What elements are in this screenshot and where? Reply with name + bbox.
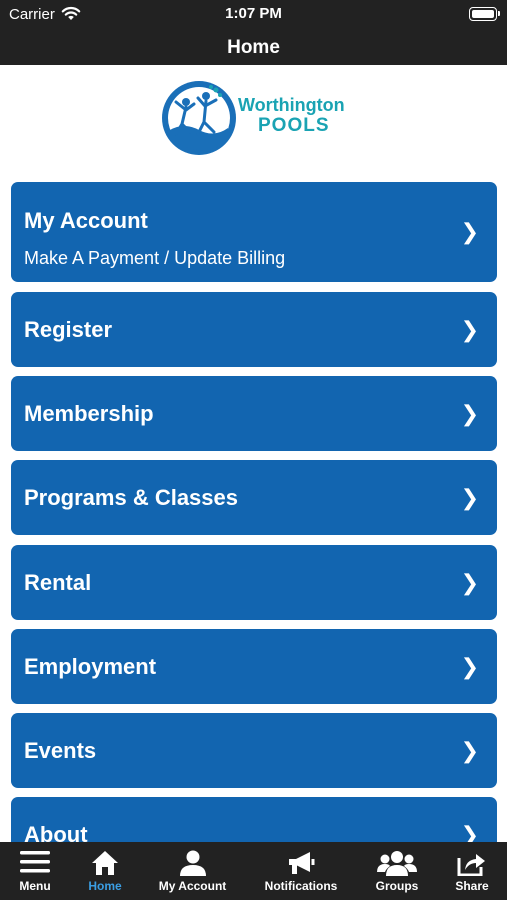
status-bar: Carrier 1:07 PM <box>0 0 507 30</box>
tab-bar: Menu Home My Account Notifications Group… <box>0 842 507 900</box>
nav-bar: Home <box>0 30 507 65</box>
logo-emblem-icon <box>162 81 236 155</box>
chevron-right-icon: ❯ <box>460 317 479 342</box>
worthington-pools-logo: Worthington POOLS <box>160 78 350 158</box>
chevron-right-icon: ❯ <box>460 654 479 679</box>
menu-item-membership[interactable]: Membership ❯ <box>11 376 497 451</box>
menu-item-about[interactable]: About ❯ <box>11 797 497 842</box>
share-icon <box>457 850 487 881</box>
home-icon <box>91 850 119 881</box>
tab-label: Share <box>455 879 489 893</box>
tab-home[interactable]: Home <box>70 842 140 900</box>
chevron-right-icon: ❯ <box>460 738 479 763</box>
tab-label: Menu <box>19 879 51 893</box>
status-time: 1:07 PM <box>225 5 282 22</box>
menu-item-label: Events <box>24 738 97 763</box>
menu-item-register[interactable]: Register ❯ <box>11 292 497 367</box>
page-title: Home <box>227 37 280 58</box>
chevron-right-icon: ❯ <box>460 570 479 595</box>
chevron-right-icon: ❯ <box>460 485 479 510</box>
battery-icon <box>469 7 500 21</box>
menu-item-label: My Account <box>24 208 148 233</box>
tab-share[interactable]: Share <box>440 842 504 900</box>
group-icon <box>377 850 417 881</box>
tab-label: Groups <box>375 879 419 893</box>
chevron-right-icon: ❯ <box>460 822 479 842</box>
megaphone-icon <box>286 850 316 881</box>
tab-label: Home <box>88 879 122 893</box>
menu-item-label: Programs & Classes <box>24 485 238 510</box>
tab-groups[interactable]: Groups <box>356 842 438 900</box>
tab-my-account[interactable]: My Account <box>140 842 245 900</box>
tab-label: My Account <box>158 879 227 893</box>
tab-notifications[interactable]: Notifications <box>250 842 352 900</box>
menu-item-label: Employment <box>24 654 157 679</box>
menu-item-my-account[interactable]: My Account Make A Payment / Update Billi… <box>11 182 497 282</box>
menu-item-label: Membership <box>24 401 154 426</box>
chevron-right-icon: ❯ <box>460 219 479 244</box>
logo-text-worthington: Worthington <box>238 95 345 115</box>
menu-item-label: Rental <box>24 570 92 595</box>
menu-item-events[interactable]: Events ❯ <box>11 713 497 788</box>
menu-list: My Account Make A Payment / Update Billi… <box>11 182 497 842</box>
menu-item-rental[interactable]: Rental ❯ <box>11 545 497 620</box>
tab-label: Notifications <box>264 879 338 893</box>
menu-item-programs-classes[interactable]: Programs & Classes ❯ <box>11 460 497 535</box>
app-screen: Carrier 1:07 PM Home Worthington POOLS M… <box>0 0 507 900</box>
hamburger-icon <box>20 850 50 879</box>
menu-item-label: Register <box>24 317 113 342</box>
tab-menu[interactable]: Menu <box>0 842 70 900</box>
menu-item-label: About <box>24 822 88 842</box>
person-icon <box>179 850 207 881</box>
logo-text-pools: POOLS <box>258 115 330 136</box>
menu-item-employment[interactable]: Employment ❯ <box>11 629 497 704</box>
chevron-right-icon: ❯ <box>460 401 479 426</box>
menu-item-subtitle: Make A Payment / Update Billing <box>24 248 286 268</box>
